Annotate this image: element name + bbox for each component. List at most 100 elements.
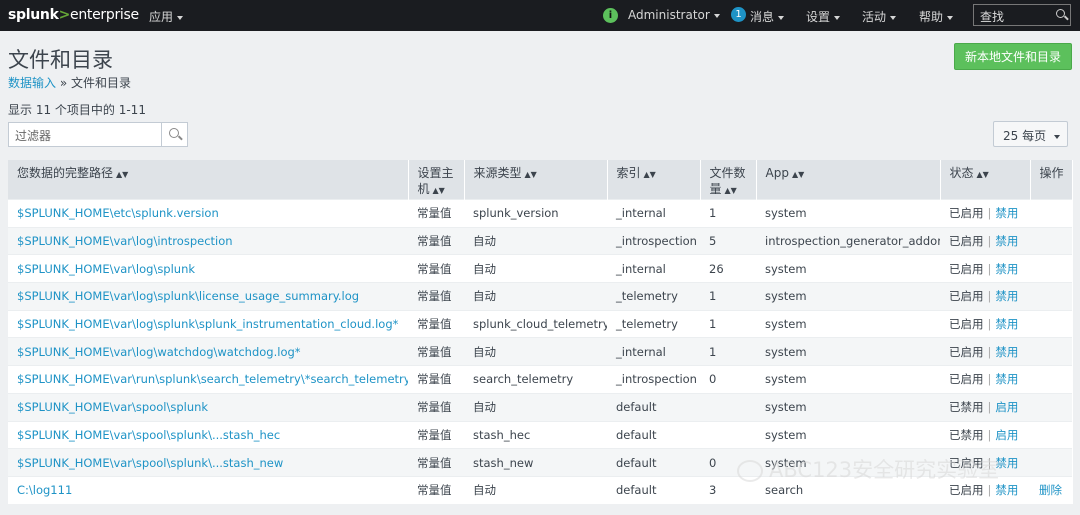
cell-sourcetype: search_telemetry	[464, 365, 607, 394]
status-separator: |	[987, 206, 992, 221]
toggle-status-link[interactable]: 启用	[995, 400, 1018, 414]
breadcrumb: 数据输入 » 文件和目录	[8, 74, 131, 91]
status-text: 已启用	[949, 234, 984, 249]
global-search-input[interactable]: 查找	[973, 4, 1071, 26]
input-path-link[interactable]: C:\log111	[17, 483, 72, 497]
logo-text-splunk: splunk	[8, 7, 59, 23]
toggle-status-link[interactable]: 禁用	[995, 262, 1018, 276]
cell-status: 已启用 | 禁用	[940, 226, 1030, 255]
toggle-status-link[interactable]: 禁用	[995, 234, 1018, 248]
cell-host: 常量值	[408, 337, 464, 366]
sort-icon: ▲▼	[432, 186, 445, 195]
status-separator: |	[987, 400, 992, 415]
splunk-logo[interactable]: splunk>enterprise	[8, 7, 139, 23]
search-icon	[169, 128, 179, 138]
cell-files: 5	[700, 226, 756, 255]
cell-index: default	[607, 475, 700, 504]
chevron-down-icon	[834, 15, 841, 20]
toggle-status-link[interactable]: 禁用	[995, 372, 1018, 386]
messages-menu-label: 消息	[750, 10, 775, 24]
apps-menu-label: 应用	[149, 10, 174, 24]
col-header-app[interactable]: App ▲▼	[756, 160, 941, 200]
cell-sourcetype: splunk_version	[464, 199, 607, 228]
input-path-link[interactable]: $SPLUNK_HOME\var\spool\splunk	[17, 400, 208, 414]
help-menu[interactable]: 帮助	[919, 8, 954, 25]
cell-app: system	[756, 199, 940, 228]
cell-files: 26	[700, 254, 756, 283]
cell-app: system	[756, 282, 940, 311]
activity-menu[interactable]: 活动	[862, 8, 897, 25]
input-path-link[interactable]: $SPLUNK_HOME\var\log\splunk	[17, 262, 195, 276]
cell-index: _introspection	[607, 365, 700, 394]
toggle-status-link[interactable]: 禁用	[995, 345, 1018, 359]
col-header-sourcetype[interactable]: 来源类型 ▲▼	[464, 160, 608, 200]
cell-files: 1	[700, 282, 756, 311]
table-row: $SPLUNK_HOME\var\spool\splunk 常量值 自动 defaul…	[8, 392, 1072, 421]
input-path-link[interactable]: $SPLUNK_HOME\var\log\introspection	[17, 234, 233, 248]
status-text: 已启用	[949, 317, 984, 332]
cell-index: _internal	[607, 199, 700, 228]
per-page-dropdown[interactable]: 25 每页	[993, 121, 1068, 147]
toggle-status-link[interactable]: 禁用	[995, 289, 1018, 303]
status-separator: |	[987, 261, 992, 276]
global-search-placeholder: 查找	[980, 10, 1005, 24]
chevron-down-icon	[890, 15, 897, 20]
cell-sourcetype: 自动	[464, 392, 607, 421]
status-separator: |	[987, 483, 992, 498]
col-header-label: 索引	[616, 166, 641, 180]
input-path-link[interactable]: $SPLUNK_HOME\var\spool\splunk\...stash_h…	[17, 428, 280, 442]
toggle-status-link[interactable]: 禁用	[995, 206, 1018, 220]
cell-actions	[1030, 226, 1072, 255]
watermark: ABC123安全研究实验室	[737, 454, 999, 484]
col-header-label: 操作	[1039, 166, 1064, 180]
cell-index: _internal	[607, 337, 700, 366]
delete-link[interactable]: 删除	[1039, 483, 1062, 497]
input-path-link[interactable]: $SPLUNK_HOME\var\log\splunk\license_usag…	[17, 289, 359, 303]
input-path-link[interactable]: $SPLUNK_HOME\var\spool\splunk\...stash_n…	[17, 456, 283, 470]
cell-status: 已禁用 | 启用	[940, 420, 1030, 449]
col-header-files[interactable]: 文件数量 ▲▼	[700, 160, 757, 200]
toggle-status-link[interactable]: 禁用	[995, 483, 1018, 497]
toggle-status-link[interactable]: 启用	[995, 428, 1018, 442]
cell-status: 已启用 | 禁用	[940, 282, 1030, 311]
input-path-link[interactable]: $SPLUNK_HOME\var\run\splunk\search_telem…	[17, 372, 408, 386]
status-separator: |	[987, 317, 992, 332]
settings-menu[interactable]: 设置	[806, 8, 841, 25]
cell-actions	[1030, 392, 1072, 421]
breadcrumb-link-data-inputs[interactable]: 数据输入	[8, 76, 56, 90]
filter-search-button[interactable]	[161, 122, 188, 147]
cell-actions	[1030, 365, 1072, 394]
status-separator: |	[987, 234, 992, 249]
sort-icon: ▲▼	[643, 170, 656, 179]
wechat-icon	[737, 460, 763, 482]
search-icon[interactable]	[1056, 9, 1065, 18]
cell-path: $SPLUNK_HOME\var\log\splunk\license_usag…	[8, 282, 408, 311]
col-header-status[interactable]: 状态 ▲▼	[940, 160, 1031, 200]
cell-host: 常量值	[408, 420, 464, 449]
toggle-status-link[interactable]: 禁用	[995, 317, 1018, 331]
col-header-host[interactable]: 设置主机 ▲▼	[408, 160, 465, 200]
chevron-down-icon	[713, 13, 720, 18]
col-header-path[interactable]: 您数据的完整路径 ▲▼	[8, 160, 409, 200]
table-row: $SPLUNK_HOME\var\log\introspection 常量值 自动 _…	[8, 226, 1072, 255]
user-menu[interactable]: Administrator	[628, 8, 720, 22]
status-text: 已启用	[949, 344, 984, 359]
cell-files: 1	[700, 309, 756, 338]
input-path-link[interactable]: $SPLUNK_HOME\var\log\watchdog\watchdog.l…	[17, 345, 301, 359]
result-count: 显示 11 个项目中的 1-11	[8, 103, 146, 117]
input-path-link[interactable]: $SPLUNK_HOME\var\log\splunk\splunk_instr…	[17, 317, 398, 331]
cell-index: default	[607, 392, 700, 421]
input-path-link[interactable]: $SPLUNK_HOME\etc\splunk.version	[17, 206, 219, 220]
messages-menu[interactable]: 消息	[750, 8, 785, 25]
health-status-icon[interactable]: i	[603, 8, 618, 23]
apps-menu[interactable]: 应用	[149, 8, 184, 25]
col-header-index[interactable]: 索引 ▲▼	[607, 160, 701, 200]
activity-menu-label: 活动	[862, 10, 887, 24]
filter-input[interactable]: 过滤器	[8, 122, 162, 147]
cell-actions	[1030, 282, 1072, 311]
cell-status: 已启用 | 禁用	[940, 337, 1030, 366]
new-local-file-dir-button[interactable]: 新本地文件和目录	[954, 43, 1072, 70]
cell-path: $SPLUNK_HOME\var\log\splunk\splunk_instr…	[8, 309, 408, 338]
cell-actions	[1030, 420, 1072, 449]
settings-menu-label: 设置	[806, 10, 831, 24]
